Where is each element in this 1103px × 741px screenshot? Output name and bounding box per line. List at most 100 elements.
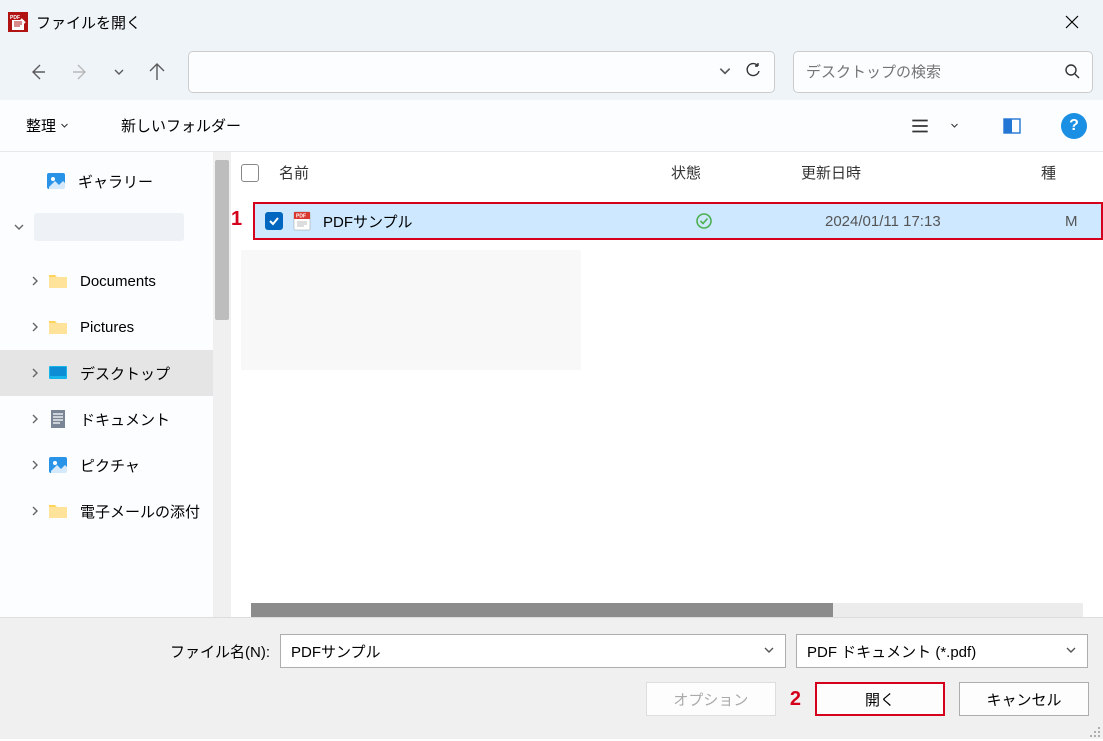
expander-icon[interactable] bbox=[8, 221, 30, 233]
scrollbar-thumb[interactable] bbox=[251, 603, 833, 617]
tree-item-desktop[interactable]: デスクトップ bbox=[0, 350, 213, 396]
select-all-checkbox[interactable] bbox=[241, 164, 259, 182]
preview-pane-button[interactable] bbox=[995, 109, 1029, 143]
chevron-down-icon bbox=[950, 121, 959, 130]
window-title: ファイルを開く bbox=[36, 12, 141, 33]
document-icon bbox=[46, 407, 70, 431]
annotation-2: 2 bbox=[790, 688, 801, 711]
file-name: PDFサンプル bbox=[323, 211, 695, 232]
arrow-right-icon bbox=[72, 63, 90, 81]
column-name[interactable]: 名前 bbox=[241, 152, 671, 193]
dialog-footer: ファイル名(N): PDFサンプル PDF ドキュメント (*.pdf) オプシ… bbox=[0, 617, 1103, 739]
column-headers: 名前 状態 更新日時 種 bbox=[231, 152, 1103, 194]
file-status bbox=[695, 212, 825, 230]
tree-item-mypictures[interactable]: ピクチャ bbox=[0, 442, 213, 488]
refresh-icon bbox=[744, 62, 762, 80]
expander-icon[interactable] bbox=[24, 275, 46, 287]
refresh-button[interactable] bbox=[744, 62, 762, 83]
sidebar-scrollbar[interactable] bbox=[213, 152, 231, 617]
col-name-label: 名前 bbox=[279, 162, 309, 183]
search-box[interactable] bbox=[793, 51, 1093, 93]
forward-button[interactable] bbox=[62, 53, 100, 91]
file-list-area: 名前 状態 更新日時 種 1 PDF PDFサンプル 2024/01/11 17… bbox=[231, 152, 1103, 617]
grip-icon bbox=[1089, 726, 1101, 738]
organize-menu[interactable]: 整理 bbox=[20, 111, 75, 140]
tree-item-mydocuments[interactable]: ドキュメント bbox=[0, 396, 213, 442]
pictures-icon bbox=[46, 453, 70, 477]
chevron-down-icon bbox=[763, 644, 775, 656]
tree-label: ドキュメント bbox=[80, 409, 170, 430]
tree-item-email[interactable]: 電子メールの添付 bbox=[0, 488, 213, 534]
close-button[interactable] bbox=[1049, 0, 1095, 44]
file-type: M bbox=[1065, 213, 1101, 230]
filetype-select[interactable]: PDF ドキュメント (*.pdf) bbox=[796, 634, 1088, 668]
folder-icon bbox=[46, 315, 70, 339]
navigation-bar bbox=[0, 44, 1103, 100]
synced-icon bbox=[695, 212, 713, 230]
folder-icon bbox=[46, 269, 70, 293]
help-button[interactable]: ? bbox=[1061, 113, 1087, 139]
filetype-dropdown[interactable] bbox=[1065, 643, 1077, 660]
filename-label: ファイル名(N): bbox=[0, 641, 280, 662]
tree-label: 電子メールの添付 bbox=[80, 501, 200, 522]
horizontal-scrollbar[interactable] bbox=[251, 603, 1083, 617]
navigation-tree: ギャラリー Documents Pictures デスクトップ ドキュメント bbox=[0, 152, 213, 617]
organize-label: 整理 bbox=[26, 115, 56, 136]
tree-item-blank[interactable] bbox=[0, 204, 213, 250]
tree-label: Pictures bbox=[80, 319, 134, 336]
address-bar[interactable] bbox=[188, 51, 775, 93]
tree-item-pictures[interactable]: Pictures bbox=[0, 304, 213, 350]
scrollbar-thumb[interactable] bbox=[215, 160, 229, 320]
filename-value: PDFサンプル bbox=[291, 641, 381, 662]
recent-dropdown[interactable] bbox=[106, 53, 132, 91]
titlebar: PDF ファイルを開く bbox=[0, 0, 1103, 44]
cancel-button[interactable]: キャンセル bbox=[959, 682, 1089, 716]
new-folder-label: 新しいフォルダー bbox=[121, 115, 241, 136]
expander-icon[interactable] bbox=[24, 459, 46, 471]
chevron-down-icon bbox=[113, 66, 125, 78]
up-button[interactable] bbox=[138, 53, 176, 91]
search-input[interactable] bbox=[806, 64, 1056, 81]
tree-item-gallery[interactable]: ギャラリー bbox=[0, 158, 213, 204]
column-modified[interactable]: 更新日時 bbox=[801, 152, 1041, 193]
toolbar: 整理 新しいフォルダー ? bbox=[0, 100, 1103, 152]
chevron-down-icon bbox=[718, 64, 732, 78]
tree-label: Documents bbox=[80, 273, 156, 290]
back-button[interactable] bbox=[18, 53, 56, 91]
close-icon bbox=[1065, 15, 1079, 29]
tree-label: ギャラリー bbox=[78, 171, 153, 192]
arrow-left-icon bbox=[28, 63, 46, 81]
filetype-value: PDF ドキュメント (*.pdf) bbox=[807, 641, 976, 662]
view-mode-dropdown[interactable] bbox=[945, 109, 963, 143]
file-row[interactable]: PDF PDFサンプル 2024/01/11 17:13 M bbox=[253, 202, 1103, 240]
search-button[interactable] bbox=[1064, 63, 1080, 82]
expander-icon[interactable] bbox=[24, 413, 46, 425]
resize-grip[interactable] bbox=[1089, 725, 1101, 737]
file-modified: 2024/01/11 17:13 bbox=[825, 213, 1065, 230]
pdf-file-icon: PDF bbox=[291, 210, 313, 232]
expander-icon[interactable] bbox=[24, 321, 46, 333]
redacted-area bbox=[241, 250, 581, 370]
new-folder-button[interactable]: 新しいフォルダー bbox=[115, 111, 247, 140]
tree-item-documents[interactable]: Documents bbox=[0, 258, 213, 304]
expander-icon[interactable] bbox=[24, 367, 46, 379]
annotation-1: 1 bbox=[231, 208, 242, 231]
check-icon bbox=[268, 215, 280, 227]
folder-icon bbox=[46, 499, 70, 523]
chevron-down-icon bbox=[60, 117, 69, 134]
expander-icon[interactable] bbox=[24, 505, 46, 517]
filename-input[interactable]: PDFサンプル bbox=[280, 634, 786, 668]
column-status[interactable]: 状態 bbox=[671, 152, 801, 193]
view-mode-button[interactable] bbox=[903, 109, 937, 143]
app-icon: PDF bbox=[8, 12, 28, 32]
options-button[interactable]: オプション bbox=[646, 682, 776, 716]
svg-text:PDF: PDF bbox=[296, 214, 306, 220]
column-type[interactable]: 種 bbox=[1041, 152, 1103, 193]
gallery-icon bbox=[44, 169, 68, 193]
tree-label: デスクトップ bbox=[80, 363, 170, 384]
chevron-down-icon bbox=[1065, 644, 1077, 656]
file-checkbox[interactable] bbox=[265, 212, 283, 230]
filename-dropdown[interactable] bbox=[763, 643, 775, 660]
address-chevron[interactable] bbox=[718, 64, 732, 81]
open-button[interactable]: 開く bbox=[815, 682, 945, 716]
